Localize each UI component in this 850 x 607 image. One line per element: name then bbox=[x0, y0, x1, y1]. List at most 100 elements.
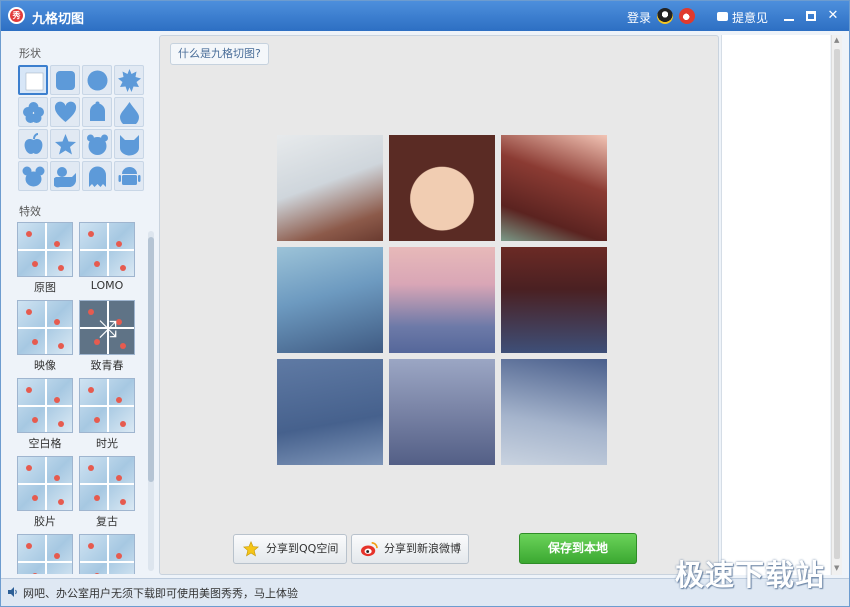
thumbnail-light bbox=[54, 319, 60, 325]
main-scrollbar[interactable]: ▲ ▼ bbox=[831, 35, 842, 575]
ghost-icon bbox=[89, 166, 106, 187]
effect-item[interactable]: 胶片 bbox=[15, 456, 73, 528]
rounded-square-icon bbox=[56, 71, 75, 90]
effect-item[interactable]: 时光 bbox=[77, 378, 135, 450]
share-weibo-button[interactable]: 分享到新浪微博 bbox=[351, 534, 469, 564]
thumbnail-light bbox=[94, 495, 100, 501]
canvas-panel: 什么是九格切图? 分享到QQ空间 分享到新浪微博 保存到本地 bbox=[159, 35, 719, 575]
thumbnail-light bbox=[54, 397, 60, 403]
effect-thumbnail bbox=[17, 456, 73, 511]
shape-cat[interactable] bbox=[114, 129, 144, 159]
thumbnail-light bbox=[32, 261, 38, 267]
thumbnail-light bbox=[120, 499, 126, 505]
thumbnail-light bbox=[58, 499, 64, 505]
circle-icon bbox=[87, 70, 108, 91]
close-button[interactable]: ✕ bbox=[825, 8, 841, 24]
shape-bear[interactable] bbox=[82, 129, 112, 159]
thumbnail-light bbox=[88, 543, 94, 549]
status-message[interactable]: 网吧、办公室用户无须下载即可使用美图秀秀，马上体验 bbox=[23, 585, 298, 601]
watermark: 极速下载站 bbox=[675, 558, 826, 592]
scroll-up-icon[interactable]: ▲ bbox=[834, 37, 840, 44]
effect-thumbnail bbox=[17, 300, 73, 355]
thumbnail-light bbox=[116, 397, 122, 403]
save-button[interactable]: 保存到本地 bbox=[519, 533, 637, 564]
effect-item[interactable]: 复古 bbox=[77, 456, 135, 528]
starburst-icon bbox=[118, 69, 141, 92]
window-title: 九格切图 bbox=[32, 12, 85, 27]
thumbnail-light bbox=[26, 387, 32, 393]
shape-apple[interactable] bbox=[18, 129, 48, 159]
shape-ghost[interactable] bbox=[82, 161, 112, 191]
effect-item[interactable] bbox=[77, 534, 135, 574]
thumbnail-light bbox=[26, 309, 32, 315]
effect-thumbnail bbox=[79, 222, 135, 277]
shapes-section-label: 形状 bbox=[19, 47, 41, 60]
main-scrollbar-thumb[interactable] bbox=[834, 49, 840, 559]
effect-item[interactable]: 映像 bbox=[15, 300, 73, 372]
minimize-button[interactable] bbox=[781, 8, 797, 24]
apple-icon bbox=[24, 133, 43, 154]
effects-section-label: 特效 bbox=[19, 205, 41, 218]
shape-android[interactable] bbox=[114, 161, 144, 191]
login-link[interactable]: 登录 bbox=[627, 9, 651, 26]
effects-scrollbar-thumb[interactable] bbox=[148, 237, 154, 482]
thumbnail-light bbox=[32, 417, 38, 423]
effect-item[interactable]: 空白格 bbox=[15, 378, 73, 450]
photo-tile bbox=[277, 135, 383, 241]
feedback-button[interactable]: 提意见 bbox=[717, 9, 768, 26]
effect-item[interactable]: 原图 bbox=[15, 222, 73, 294]
shape-square[interactable] bbox=[18, 65, 48, 95]
shape-rounded-square[interactable] bbox=[50, 65, 80, 95]
effect-label: 时光 bbox=[96, 437, 118, 450]
photo-tile bbox=[277, 359, 383, 465]
duck-icon bbox=[54, 167, 76, 188]
right-pane bbox=[721, 35, 830, 575]
share-qzone-button[interactable]: 分享到QQ空间 bbox=[233, 534, 347, 564]
shape-duck[interactable] bbox=[50, 161, 80, 191]
mouse-icon bbox=[22, 166, 45, 187]
shape-drop[interactable] bbox=[114, 97, 144, 127]
effect-label: 致青春 bbox=[90, 359, 124, 372]
minimize-icon bbox=[784, 19, 794, 21]
thumbnail-light bbox=[58, 343, 64, 349]
photo-tile bbox=[389, 247, 495, 353]
thumbnail-light bbox=[54, 553, 60, 559]
weibo-icon bbox=[361, 541, 378, 557]
photo-tile bbox=[277, 247, 383, 353]
thumbnail-light bbox=[58, 421, 64, 427]
maximize-button[interactable] bbox=[803, 8, 819, 24]
thumbnail-light bbox=[26, 231, 32, 237]
shape-mouse[interactable] bbox=[18, 161, 48, 191]
app-logo: 秀 bbox=[8, 7, 25, 24]
effects-list: 原图 LOMO 映像 ⤨ 致青春 空白格 时光胶片 复古 bbox=[15, 222, 145, 574]
speech-bubble-icon bbox=[717, 12, 728, 21]
shape-star[interactable] bbox=[50, 129, 80, 159]
help-button[interactable]: 什么是九格切图? bbox=[170, 43, 269, 65]
thumbnail-light bbox=[116, 475, 122, 481]
sidebar: 形状 特效 原图 LOMO 映像 ⤨ 致青春 空白格 时光胶片 复古 bbox=[9, 39, 157, 575]
shape-heart[interactable] bbox=[50, 97, 80, 127]
shape-flower[interactable] bbox=[18, 97, 48, 127]
effect-label: 胶片 bbox=[34, 515, 56, 528]
shape-starburst[interactable] bbox=[114, 65, 144, 95]
effect-thumbnail bbox=[79, 534, 135, 574]
scroll-down-icon[interactable]: ▼ bbox=[834, 565, 840, 572]
cat-icon bbox=[120, 135, 139, 156]
thumbnail-light bbox=[54, 475, 60, 481]
weibo-icon[interactable] bbox=[679, 8, 695, 24]
flower-icon bbox=[23, 102, 44, 123]
effect-item[interactable]: ⤨ 致青春 bbox=[77, 300, 135, 372]
effect-item[interactable]: LOMO bbox=[77, 222, 135, 294]
effects-scrollbar[interactable] bbox=[148, 231, 154, 571]
thumbnail-light bbox=[26, 543, 32, 549]
qq-icon[interactable] bbox=[657, 8, 673, 24]
star-icon bbox=[243, 541, 259, 557]
effect-thumbnail bbox=[17, 378, 73, 433]
shape-bell[interactable] bbox=[82, 97, 112, 127]
thumbnail-light bbox=[116, 241, 122, 247]
effect-thumbnail bbox=[17, 534, 73, 574]
shape-circle[interactable] bbox=[82, 65, 112, 95]
thumbnail-light bbox=[94, 261, 100, 267]
effect-label: 复古 bbox=[96, 515, 118, 528]
effect-item[interactable] bbox=[15, 534, 73, 574]
